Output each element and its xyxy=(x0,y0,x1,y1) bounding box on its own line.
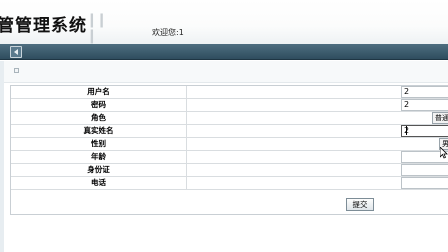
text-caret xyxy=(406,126,407,135)
welcome-text: 欢迎您:1 xyxy=(152,28,184,37)
form-row-password: 密码 2 xyxy=(11,99,448,112)
idcard-input[interactable] xyxy=(401,164,448,176)
realname-input[interactable]: 2 xyxy=(401,125,448,137)
app-header: 管管理系统 ❙❙ ❙ 欢迎您:1 xyxy=(0,0,448,44)
form-row-age: 年龄 xyxy=(11,151,448,164)
idcard-label: 身份证 xyxy=(11,164,187,176)
phone-input[interactable] xyxy=(401,177,448,189)
breadcrumb-icon xyxy=(14,68,19,73)
phone-label: 电话 xyxy=(11,177,187,189)
gender-label: 性别 xyxy=(11,138,187,150)
form-row-phone: 电话 xyxy=(11,177,448,190)
breadcrumb xyxy=(4,61,448,83)
collapse-left-icon[interactable] xyxy=(10,46,22,58)
user-form: 用户名 2 密码 2 角色 普通管 真实姓名 2 性别 男 年龄 xyxy=(10,85,448,215)
form-row-role: 角色 普通管 xyxy=(11,112,448,125)
password-input[interactable]: 2 xyxy=(401,99,448,111)
username-input[interactable]: 2 xyxy=(401,86,448,98)
password-label: 密码 xyxy=(11,99,187,111)
realname-label: 真实姓名 xyxy=(11,125,187,137)
app-title: 管管理系统 xyxy=(0,16,87,36)
form-row-username: 用户名 2 xyxy=(11,86,448,99)
page-footer-area xyxy=(4,216,448,252)
submit-button[interactable]: 提交 xyxy=(346,198,374,211)
role-label: 角色 xyxy=(11,112,187,124)
role-select[interactable]: 普通管 xyxy=(432,112,448,124)
form-row-idcard: 身份证 xyxy=(11,164,448,177)
mouse-pointer-icon xyxy=(440,147,448,159)
form-row-realname: 真实姓名 2 xyxy=(11,125,448,138)
username-label: 用户名 xyxy=(11,86,187,98)
age-label: 年龄 xyxy=(11,151,187,163)
toolbar xyxy=(0,44,448,60)
header-decoration: ❙❙ ❙ xyxy=(86,12,107,44)
form-row-gender: 性别 男 xyxy=(11,138,448,151)
